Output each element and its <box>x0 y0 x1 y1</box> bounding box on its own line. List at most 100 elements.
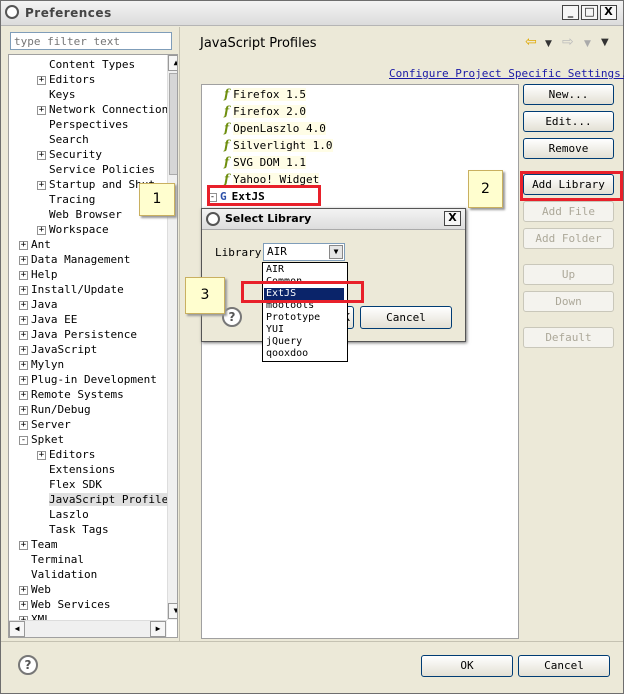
expand-toggle-icon[interactable]: + <box>19 270 28 280</box>
tree-item[interactable]: Search <box>37 132 89 147</box>
add-file-button[interactable]: Add File <box>523 201 614 222</box>
dialog-close-button[interactable]: X <box>444 211 461 226</box>
tree-item[interactable]: + JavaScript <box>19 342 97 357</box>
expand-toggle-icon[interactable]: + <box>19 390 28 400</box>
tree-item[interactable]: + Plug-in Development <box>19 372 157 387</box>
back-arrow-icon[interactable]: ⇦ <box>525 34 537 50</box>
expand-toggle-icon[interactable]: + <box>19 285 28 295</box>
profile-item[interactable]: f OpenLaszlo 4.0 <box>224 120 326 137</box>
up-button[interactable]: Up <box>523 264 614 285</box>
panel-divider[interactable] <box>179 27 184 641</box>
tree-item[interactable]: + Java <box>19 297 58 312</box>
remove-button[interactable]: Remove <box>523 138 614 159</box>
tree-item[interactable]: Extensions <box>37 462 115 477</box>
tree-item[interactable]: + Remote Systems <box>19 387 124 402</box>
expand-toggle-icon[interactable]: + <box>19 315 28 325</box>
help-icon[interactable]: ? <box>18 655 38 675</box>
tree-item[interactable]: + Network Connection <box>37 102 168 117</box>
expand-toggle-icon[interactable]: + <box>19 240 28 250</box>
tree-item[interactable]: JavaScript Profile <box>37 492 169 507</box>
expand-toggle-icon[interactable]: + <box>19 405 28 415</box>
default-button[interactable]: Default <box>523 327 614 348</box>
scroll-left-arrow-icon[interactable]: ◀ <box>9 621 25 637</box>
tree-item[interactable]: + Editors <box>37 447 95 462</box>
tree-item[interactable]: - Spket <box>19 432 64 447</box>
tree-item[interactable]: + Mylyn <box>19 357 64 372</box>
tree-item[interactable]: + Install/Update <box>19 282 124 297</box>
forward-dropdown-icon[interactable]: ▼ <box>584 39 591 49</box>
collapse-toggle-icon[interactable]: - <box>19 435 28 445</box>
profile-item[interactable]: f Silverlight 1.0 <box>224 137 333 154</box>
expand-toggle-icon[interactable]: + <box>19 600 28 610</box>
tree-item[interactable]: + Workspace <box>37 222 109 237</box>
library-option[interactable]: jQuery <box>264 336 344 348</box>
forward-arrow-icon[interactable]: ⇨ <box>562 34 574 50</box>
configure-project-settings-link[interactable]: Configure Project Specific Settings... <box>389 67 624 80</box>
expand-toggle-icon[interactable]: + <box>37 450 46 460</box>
new-button[interactable]: New... <box>523 84 614 105</box>
tree-item[interactable]: Web Browser <box>37 207 122 222</box>
expand-toggle-icon[interactable]: + <box>19 585 28 595</box>
tree-item[interactable]: Keys <box>37 87 76 102</box>
expand-toggle-icon[interactable]: + <box>37 150 46 160</box>
tree-item[interactable]: Tracing <box>37 192 95 207</box>
profile-item[interactable]: f Firefox 1.5 <box>224 86 307 103</box>
tree-item[interactable]: Terminal <box>19 552 84 567</box>
scroll-thumb[interactable] <box>169 73 177 175</box>
dialog-cancel-button[interactable]: Cancel <box>360 306 452 329</box>
expand-toggle-icon[interactable]: + <box>19 255 28 265</box>
expand-toggle-icon[interactable]: + <box>19 360 28 370</box>
library-combo[interactable]: AIR ▼ <box>263 243 345 261</box>
expand-toggle-icon[interactable]: + <box>37 105 46 115</box>
tree-item[interactable]: Perspectives <box>37 117 128 132</box>
library-option[interactable]: AIR <box>264 264 344 276</box>
tree-item[interactable]: + Web Services <box>19 597 110 612</box>
scroll-down-arrow-icon[interactable]: ▼ <box>168 603 177 619</box>
scroll-right-arrow-icon[interactable]: ▶ <box>150 621 166 637</box>
library-option[interactable]: YUI <box>264 324 344 336</box>
expand-toggle-icon[interactable]: + <box>19 345 28 355</box>
library-option[interactable]: qooxdoo <box>264 348 344 360</box>
expand-toggle-icon[interactable]: + <box>37 180 46 190</box>
tree-item[interactable]: Service Policies <box>37 162 155 177</box>
tree-item[interactable]: + Data Management <box>19 252 130 267</box>
minimize-button[interactable]: _ <box>562 5 579 20</box>
profile-item[interactable]: f SVG DOM 1.1 <box>224 154 307 171</box>
back-dropdown-icon[interactable]: ▼ <box>545 39 552 49</box>
expand-toggle-icon[interactable]: + <box>19 540 28 550</box>
expand-toggle-icon[interactable]: + <box>19 330 28 340</box>
down-button[interactable]: Down <box>523 291 614 312</box>
expand-toggle-icon[interactable]: + <box>19 420 28 430</box>
tree-horizontal-scrollbar[interactable]: ◀ ▶ <box>9 620 167 637</box>
tree-item[interactable]: Laszlo <box>37 507 89 522</box>
tree-item[interactable]: Validation <box>19 567 97 582</box>
dialog-help-icon[interactable]: ? <box>222 307 242 327</box>
tree-item[interactable]: Flex SDK <box>37 477 102 492</box>
expand-toggle-icon[interactable]: + <box>19 300 28 310</box>
tree-item[interactable]: Content Types <box>37 57 135 72</box>
tree-item[interactable]: + Team <box>19 537 58 552</box>
cancel-button[interactable]: Cancel <box>518 655 610 677</box>
ok-button[interactable]: OK <box>421 655 513 677</box>
edit-button[interactable]: Edit... <box>523 111 614 132</box>
close-button[interactable]: X <box>600 5 617 20</box>
profile-item[interactable]: f Firefox 2.0 <box>224 103 307 120</box>
tree-item[interactable]: + Server <box>19 417 71 432</box>
tree-item[interactable]: + Ant <box>19 237 51 252</box>
tree-item[interactable]: + Editors <box>37 72 95 87</box>
tree-item[interactable]: + Java EE <box>19 312 77 327</box>
chevron-down-icon[interactable]: ▼ <box>329 245 343 259</box>
tree-item[interactable]: + Help <box>19 267 58 282</box>
expand-toggle-icon[interactable]: + <box>37 75 46 85</box>
tree-item[interactable]: + Run/Debug <box>19 402 91 417</box>
add-folder-button[interactable]: Add Folder <box>523 228 614 249</box>
filter-input[interactable] <box>10 32 172 50</box>
maximize-button[interactable]: □ <box>581 5 598 20</box>
tree-item[interactable]: Task Tags <box>37 522 109 537</box>
tree-item[interactable]: + Java Persistence <box>19 327 137 342</box>
library-option[interactable]: Prototype <box>264 312 344 324</box>
tree-item[interactable]: + Startup and Shut <box>37 177 155 192</box>
tree-vertical-scrollbar[interactable]: ▲ ▼ <box>167 55 177 620</box>
view-menu-icon[interactable]: ▼ <box>601 37 609 48</box>
scroll-up-arrow-icon[interactable]: ▲ <box>168 55 177 71</box>
